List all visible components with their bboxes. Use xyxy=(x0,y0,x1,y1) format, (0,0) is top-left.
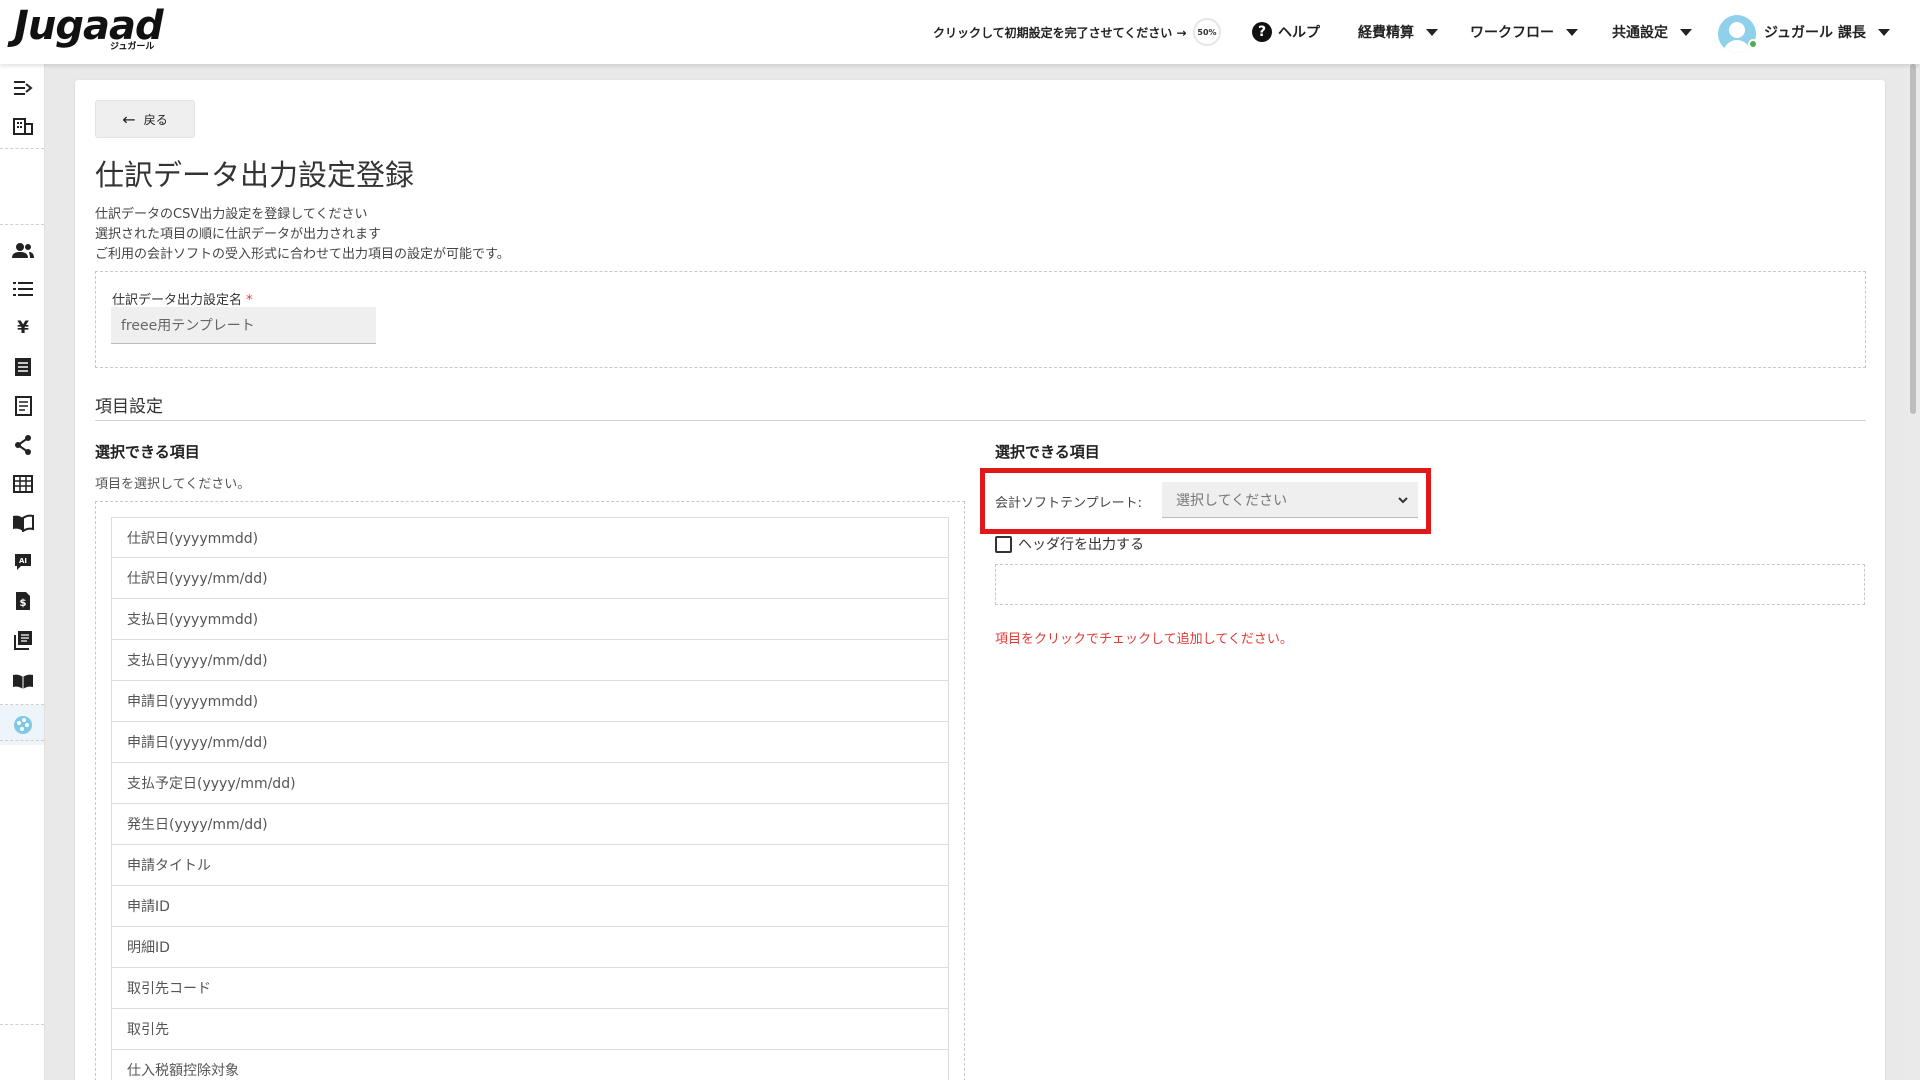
template-select-label: 会計ソフトテンプレート: xyxy=(995,496,1142,511)
section-title: 項目設定 xyxy=(95,397,163,417)
list-item[interactable]: 申請日(yyyymmdd) xyxy=(111,681,949,722)
selected-items-dropzone[interactable] xyxy=(995,564,1865,605)
common-settings-label: 共通設定 xyxy=(1612,25,1668,41)
users-icon[interactable] xyxy=(10,239,36,261)
scrollbar-thumb[interactable] xyxy=(1910,64,1916,414)
list-icon[interactable] xyxy=(10,278,36,300)
description-line: 仕訳データのCSV出力設定を登録してください xyxy=(95,207,368,222)
arrow-left-icon: ← xyxy=(122,109,136,129)
list-item[interactable]: 仕入税額控除対象 xyxy=(111,1050,949,1080)
sidebar: ¥ AI $ xyxy=(0,64,45,1080)
list-item[interactable]: 支払日(yyyy/mm/dd) xyxy=(111,640,949,681)
caret-down-icon xyxy=(1680,28,1692,36)
help-label: ヘルプ xyxy=(1278,25,1320,41)
caret-down-icon xyxy=(1566,28,1578,36)
grid-icon[interactable] xyxy=(10,473,36,495)
online-status-dot xyxy=(1748,39,1758,49)
stack-icon[interactable] xyxy=(10,629,36,651)
back-label: 戻る xyxy=(143,112,168,127)
invoice-icon[interactable]: $ xyxy=(10,590,36,612)
selection-error-text: 項目をクリックでチェックして追加してください。 xyxy=(995,632,1293,647)
list-item[interactable]: 明細ID xyxy=(111,927,949,968)
receipt-icon[interactable] xyxy=(10,395,36,417)
list-item[interactable]: 仕訳日(yyyy/mm/dd) xyxy=(111,558,949,599)
header-row-checkbox[interactable] xyxy=(995,535,1012,553)
left-column-title: 選択できる項目 xyxy=(95,443,200,461)
setting-name-placeholder: freee用テンプレート xyxy=(121,318,255,334)
ai-chat-icon[interactable]: AI xyxy=(10,551,36,573)
document-icon[interactable] xyxy=(10,356,36,378)
manual-icon[interactable] xyxy=(10,671,36,693)
page-title: 仕訳データ出力設定登録 xyxy=(95,158,415,192)
list-item[interactable]: 発生日(yyyy/mm/dd) xyxy=(111,804,949,845)
header-row-option[interactable]: ヘッダ行を出力する xyxy=(995,534,1144,554)
setting-name-input[interactable]: freee用テンプレート xyxy=(111,307,376,344)
template-select-value: 選択してください xyxy=(1176,492,1288,509)
section-divider xyxy=(95,420,1866,421)
description-line: 選択された項目の順に仕訳データが出力されます xyxy=(95,227,382,242)
setup-link[interactable]: クリックして初期設定を完了させてください → xyxy=(933,24,1187,41)
list-item[interactable]: 申請日(yyyy/mm/dd) xyxy=(111,722,949,763)
list-item[interactable]: 仕訳日(yyyymmdd) xyxy=(111,517,949,558)
workflow-label: ワークフロー xyxy=(1470,25,1554,41)
header-row-label: ヘッダ行を出力する xyxy=(1018,537,1144,553)
top-header: Jugaad ジュガール クリックして初期設定を完了させてください → 50% … xyxy=(0,0,1920,64)
list-item[interactable]: 申請タイトル xyxy=(111,845,949,886)
user-menu[interactable]: ジュガール 課長 xyxy=(1764,22,1890,42)
description-line: ご利用の会計ソフトの受入形式に合わせて出力項目の設定が可能です。 xyxy=(95,247,510,262)
list-item[interactable]: 申請ID xyxy=(111,886,949,927)
yen-icon[interactable]: ¥ xyxy=(10,317,36,339)
back-button[interactable]: ← 戻る xyxy=(95,100,195,138)
expense-label: 経費精算 xyxy=(1358,25,1414,41)
required-mark: * xyxy=(246,293,253,308)
user-name: ジュガール 課長 xyxy=(1764,25,1866,41)
svg-text:$: $ xyxy=(20,598,27,609)
name-field-label: 仕訳データ出力設定名 * xyxy=(112,293,253,308)
list-item[interactable]: 支払日(yyyymmdd) xyxy=(111,599,949,640)
book-icon[interactable] xyxy=(10,512,36,534)
building-icon[interactable] xyxy=(10,115,36,137)
logo-subtext: ジュガール xyxy=(110,42,155,52)
template-select[interactable]: 選択してください xyxy=(1162,482,1418,518)
setup-progress-badge[interactable]: 50% xyxy=(1193,18,1221,46)
right-column-title: 選択できる項目 xyxy=(995,443,1100,461)
list-item[interactable]: 取引先コード xyxy=(111,968,949,1009)
caret-down-icon xyxy=(1426,28,1438,36)
workflow-menu[interactable]: ワークフロー xyxy=(1470,22,1578,42)
left-column-hint: 項目を選択してください。 xyxy=(95,477,251,492)
sidebar-toggle-icon[interactable] xyxy=(10,77,36,99)
common-settings-menu[interactable]: 共通設定 xyxy=(1612,22,1692,42)
available-items-list: 仕訳日(yyyymmdd) 仕訳日(yyyy/mm/dd) 支払日(yyyymmdd… xyxy=(111,517,949,1080)
help-menu[interactable]: ? ヘルプ xyxy=(1252,22,1320,42)
list-item[interactable]: 取引先 xyxy=(111,1009,949,1050)
list-item[interactable]: 支払予定日(yyyy/mm/dd) xyxy=(111,763,949,804)
help-icon: ? xyxy=(1252,22,1272,42)
caret-down-icon xyxy=(1877,28,1890,36)
palette-icon[interactable] xyxy=(10,714,36,736)
share-icon[interactable] xyxy=(10,434,36,456)
svg-text:AI: AI xyxy=(19,557,27,565)
expense-menu[interactable]: 経費精算 xyxy=(1358,22,1438,42)
chevron-down-icon xyxy=(1398,493,1408,507)
